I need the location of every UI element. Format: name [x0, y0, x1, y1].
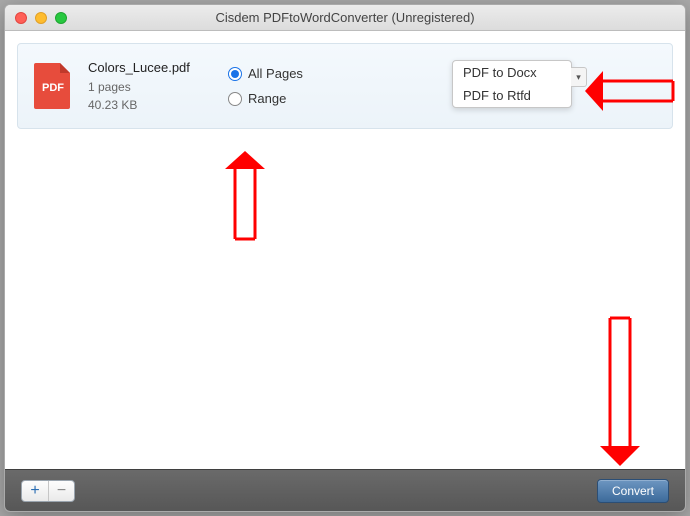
- close-window-button[interactable]: [15, 12, 27, 24]
- file-size: 40.23 KB: [88, 96, 208, 114]
- titlebar: Cisdem PDFtoWordConverter (Unregistered): [5, 5, 685, 31]
- range-radio[interactable]: Range: [228, 91, 303, 106]
- dropdown-option-rtfd[interactable]: PDF to Rtfd: [453, 84, 571, 107]
- zoom-window-button[interactable]: [55, 12, 67, 24]
- add-file-button[interactable]: +: [22, 481, 48, 501]
- dropdown-option-docx[interactable]: PDF to Docx: [453, 61, 571, 84]
- window-controls: [15, 12, 67, 24]
- file-row[interactable]: PDF Colors_Lucee.pdf 1 pages 40.23 KB Al…: [17, 43, 673, 129]
- convert-button[interactable]: Convert: [597, 479, 669, 503]
- annotation-arrow-down: [600, 316, 640, 466]
- bottom-toolbar: + − Convert: [5, 469, 685, 511]
- add-remove-group: + −: [21, 480, 75, 502]
- minimize-window-button[interactable]: [35, 12, 47, 24]
- file-meta: Colors_Lucee.pdf 1 pages 40.23 KB: [88, 58, 208, 114]
- range-label: Range: [248, 91, 286, 106]
- remove-file-button[interactable]: −: [48, 481, 74, 501]
- all-pages-label: All Pages: [248, 66, 303, 81]
- file-pages: 1 pages: [88, 78, 208, 96]
- all-pages-radio[interactable]: All Pages: [228, 66, 303, 81]
- page-range-group: All Pages Range: [228, 66, 303, 106]
- svg-text:PDF: PDF: [42, 82, 64, 94]
- annotation-arrow-up: [225, 151, 265, 241]
- radio-icon: [228, 67, 242, 81]
- radio-icon: [228, 92, 242, 106]
- file-name: Colors_Lucee.pdf: [88, 58, 208, 78]
- pdf-file-icon: PDF: [32, 61, 74, 111]
- dropdown-arrow-icon[interactable]: ▾: [571, 67, 587, 87]
- output-format-dropdown[interactable]: PDF to Docx PDF to Rtfd ▾: [452, 60, 572, 108]
- app-window: Cisdem PDFtoWordConverter (Unregistered)…: [4, 4, 686, 512]
- content-area: PDF Colors_Lucee.pdf 1 pages 40.23 KB Al…: [5, 31, 685, 469]
- window-title: Cisdem PDFtoWordConverter (Unregistered): [5, 10, 685, 25]
